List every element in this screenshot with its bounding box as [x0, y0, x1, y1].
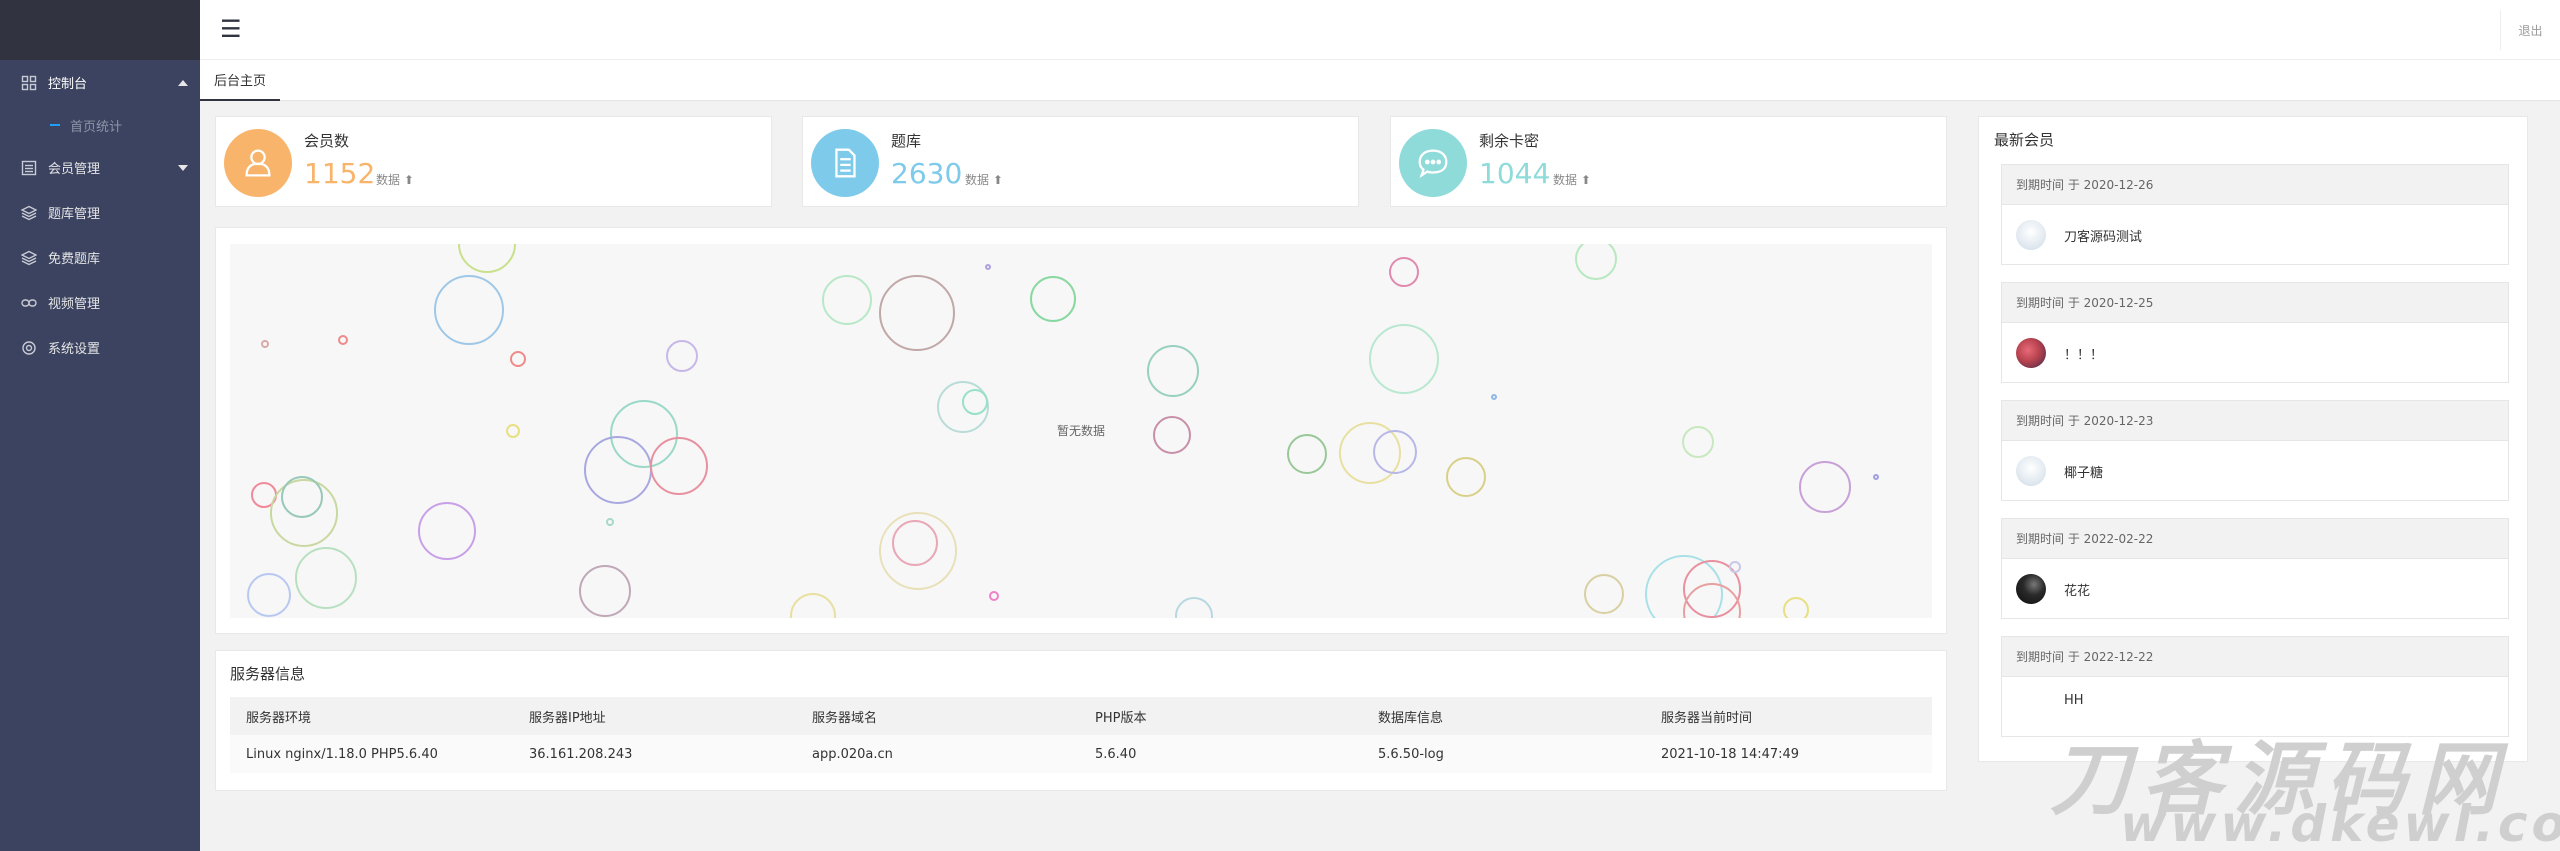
member-name: ！！！ — [2064, 347, 2104, 363]
sidebar-item-label: 控制台 — [48, 77, 88, 92]
table-cell: 36.161.208.243 — [513, 735, 796, 773]
table-cell: 5.6.40 — [1079, 735, 1362, 773]
table-header-cell: 服务器当前时间 — [1645, 697, 1932, 735]
table-cell: app.020a.cn — [796, 735, 1079, 773]
table-cell: 5.6.50-log — [1362, 735, 1645, 773]
tab-bar: 后台主页 — [200, 60, 2560, 101]
member-name: HH — [2064, 692, 2084, 708]
avatar — [2016, 685, 2046, 715]
sidebar-subitem-label: 首页统计 — [70, 119, 123, 135]
chevron-up-icon — [178, 79, 188, 86]
member-name: 刀客源码测试 — [2064, 229, 2143, 245]
avatar — [2016, 338, 2046, 368]
chart-area: 暂无数据 — [230, 244, 1932, 618]
sidebar-item-video[interactable]: 视频管理 — [0, 280, 200, 325]
table-header-cell: 服务器IP地址 — [513, 697, 796, 735]
stat-value: 1044 — [1479, 157, 1551, 190]
sidebar-subitem-home-stats[interactable]: 首页统计 — [0, 105, 200, 145]
document-icon — [811, 129, 879, 197]
watermark: 刀客源码网 www.dkewl.com — [2040, 715, 2560, 851]
server-info-table: 服务器环境 服务器IP地址 服务器域名 PHP版本 数据库信息 服务器当前时间 … — [230, 697, 1932, 773]
layers-icon — [20, 204, 38, 222]
sidebar-item-label: 系统设置 — [48, 342, 101, 357]
watermark-url: www.dkewl.com — [2120, 795, 2560, 851]
user-icon — [224, 129, 292, 197]
logo-area — [0, 0, 200, 60]
member-name: 花花 — [2064, 583, 2091, 599]
sidebar-item-settings[interactable]: 系统设置 — [0, 325, 200, 370]
sidebar-item-dashboard[interactable]: 控制台 — [0, 60, 200, 105]
list-icon — [20, 159, 38, 177]
avatar — [2016, 220, 2046, 250]
table-cell: 2021-10-18 14:47:49 — [1645, 735, 1932, 773]
member-expire: 到期时间 于 2020-12-26 — [2002, 165, 2508, 205]
no-data-text: 暂无数据 — [1056, 424, 1105, 438]
table-row: Linux nginx/1.18.0 PHP5.6.40 36.161.208.… — [230, 735, 1932, 773]
stat-title: 会员数 — [304, 132, 350, 150]
stat-title: 题库 — [891, 132, 922, 150]
stat-value: 1152 — [304, 157, 376, 190]
member-card[interactable]: 到期时间 于 2020-12-23 椰子糖 — [2001, 400, 2509, 501]
top-header: ☰ 退出 — [200, 0, 2560, 60]
chat-icon — [1399, 129, 1467, 197]
sidebar-item-label: 题库管理 — [48, 207, 101, 222]
chart-panel: 暂无数据 — [215, 227, 1947, 634]
sidebar-item-label: 视频管理 — [48, 297, 101, 312]
table-header-cell: 数据库信息 — [1362, 697, 1645, 735]
sidebar: 控制台 首页统计 会员管理 题库管理 免费题库 视频管理 系统设置 — [0, 0, 200, 851]
avatar — [2016, 574, 2046, 604]
layers-icon — [20, 249, 38, 267]
table-header-cell: 服务器域名 — [796, 697, 1079, 735]
avatar — [2016, 456, 2046, 486]
member-expire: 到期时间 于 2022-02-22 — [2002, 519, 2508, 559]
member-card[interactable]: 到期时间 于 2020-12-25 ！！！ — [2001, 282, 2509, 383]
table-header-row: 服务器环境 服务器IP地址 服务器域名 PHP版本 数据库信息 服务器当前时间 — [230, 697, 1932, 735]
stat-card-remaining-keys: 剩余卡密 1044 数据 ⬆ — [1390, 116, 1947, 207]
stat-value: 2630 — [891, 157, 963, 190]
stat-sub: 数据 ⬆ — [965, 173, 1003, 187]
chevron-down-icon — [178, 164, 188, 171]
server-info-title: 服务器信息 — [230, 665, 306, 683]
member-card[interactable]: 到期时间 于 2020-12-26 刀客源码测试 — [2001, 164, 2509, 265]
sidebar-item-label: 会员管理 — [48, 162, 101, 177]
logout-button[interactable]: 退出 — [2500, 10, 2560, 50]
sidebar-item-label: 免费题库 — [48, 252, 101, 267]
member-expire: 到期时间 于 2022-12-22 — [2002, 637, 2508, 677]
stat-sub: 数据 ⬆ — [1553, 173, 1591, 187]
member-card[interactable]: 到期时间 于 2022-02-22 花花 — [2001, 518, 2509, 619]
sidebar-item-members[interactable]: 会员管理 — [0, 145, 200, 190]
table-header-cell: PHP版本 — [1079, 697, 1362, 735]
stat-card-question-bank: 题库 2630 数据 ⬆ — [802, 116, 1359, 207]
member-expire: 到期时间 于 2020-12-23 — [2002, 401, 2508, 441]
gear-icon — [20, 339, 38, 357]
dashboard-icon — [20, 74, 38, 92]
dash-icon — [50, 124, 60, 126]
menu-toggle-icon[interactable]: ☰ — [220, 15, 242, 43]
stat-card-members: 会员数 1152 数据 ⬆ — [215, 116, 772, 207]
stat-title: 剩余卡密 — [1479, 132, 1540, 150]
member-expire: 到期时间 于 2020-12-25 — [2002, 283, 2508, 323]
server-info-panel: 服务器信息 服务器环境 服务器IP地址 服务器域名 PHP版本 数据库信息 服务… — [215, 650, 1947, 791]
sidebar-item-free-bank[interactable]: 免费题库 — [0, 235, 200, 280]
stat-sub: 数据 ⬆ — [376, 173, 414, 187]
link-icon — [20, 294, 38, 312]
sidebar-item-question-bank[interactable]: 题库管理 — [0, 190, 200, 235]
member-name: 椰子糖 — [2064, 465, 2104, 481]
table-cell: Linux nginx/1.18.0 PHP5.6.40 — [230, 735, 513, 773]
table-header-cell: 服务器环境 — [230, 697, 513, 735]
latest-members-title: 最新会员 — [1994, 131, 2055, 149]
latest-members-panel: 最新会员 到期时间 于 2020-12-26 刀客源码测试 到期时间 于 202… — [1978, 116, 2528, 762]
tab-home[interactable]: 后台主页 — [200, 60, 281, 101]
